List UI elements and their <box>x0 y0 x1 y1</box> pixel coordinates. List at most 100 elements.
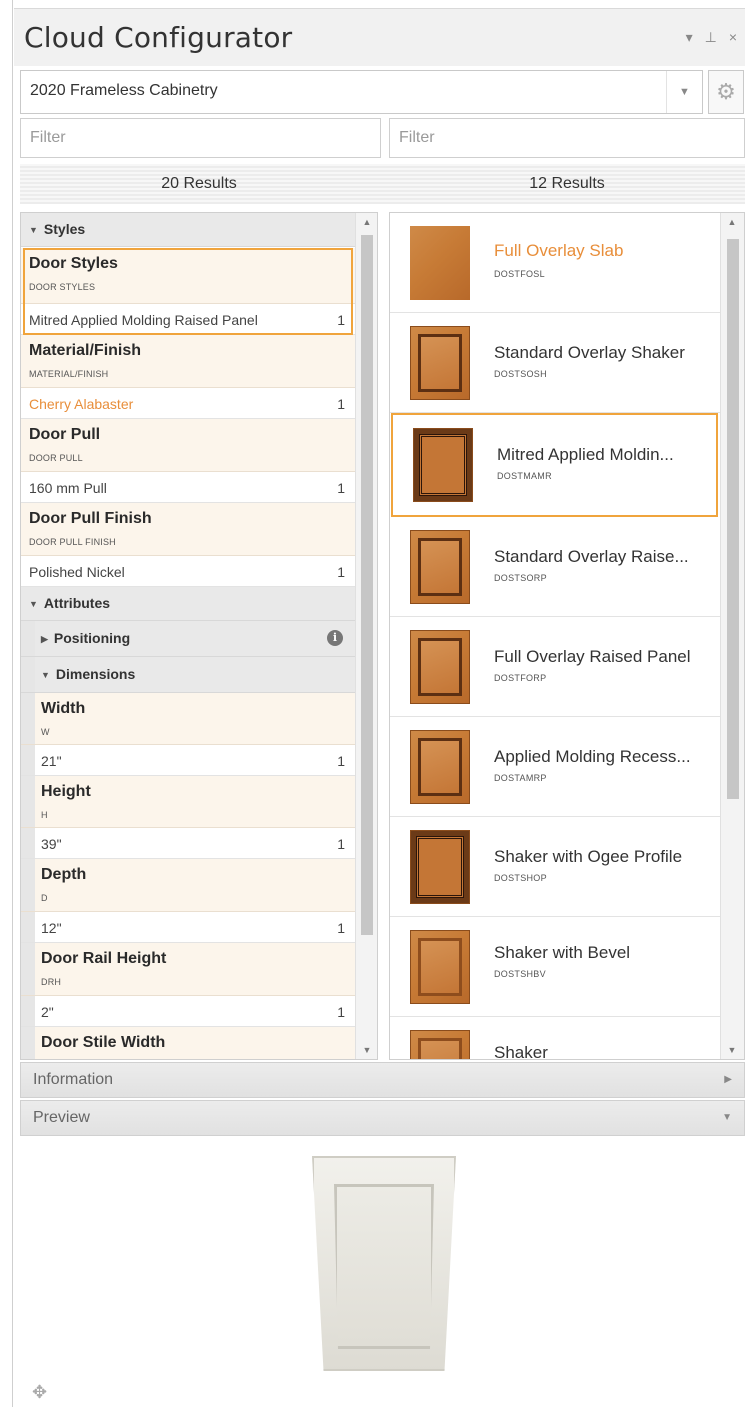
window-title: Cloud Configurator <box>24 21 293 54</box>
scroll-down-icon[interactable]: ▼ <box>356 1045 377 1055</box>
attribute-count: 1 <box>337 836 345 852</box>
window-controls: ▾ ⊥ × <box>686 29 737 46</box>
information-section-header[interactable]: Information ▶ <box>20 1062 745 1098</box>
attribute-value-row[interactable]: Polished Nickel 1 <box>21 556 355 587</box>
item-code: DOSTSHBV <box>494 969 546 979</box>
pin-icon[interactable]: ⊥ <box>705 29 717 46</box>
collapsed-triangle-icon: ▶ <box>41 634 48 644</box>
item-name: Full Overlay Slab <box>494 241 624 260</box>
attribute-value: 12" <box>41 920 62 936</box>
catalog-select[interactable]: 2020 Frameless Cabinetry ▼ <box>20 70 703 114</box>
scroll-up-icon[interactable]: ▲ <box>721 217 743 227</box>
attribute-code: DRH <box>41 977 62 987</box>
attribute-door-pull-finish[interactable]: Door Pull Finish DOOR PULL FINISH <box>21 503 355 556</box>
attribute-code: DOOR PULL FINISH <box>29 537 116 547</box>
dimensions-label: Dimensions <box>55 666 136 682</box>
attribute-count: 1 <box>337 1004 345 1020</box>
attribute-code: DOOR PULL <box>29 453 83 463</box>
attribute-name: Door Rail Height <box>41 950 167 967</box>
indent-guide <box>21 912 35 942</box>
door-thumbnail <box>410 630 470 704</box>
settings-button[interactable]: ⚙ <box>708 70 744 114</box>
scroll-down-icon[interactable]: ▼ <box>721 1045 743 1055</box>
dropdown-menu-icon[interactable]: ▾ <box>686 29 693 46</box>
catalog-selected-label: 2020 Frameless Cabinetry <box>30 82 218 99</box>
left-scrollbar[interactable]: ▲ ▼ <box>355 213 377 1059</box>
attribute-name: Width <box>41 700 86 717</box>
item-name: Standard Overlay Shaker <box>494 343 685 362</box>
indent-guide <box>21 943 35 995</box>
attribute-width[interactable]: Width W <box>21 693 355 745</box>
attribute-material-finish[interactable]: Material/Finish MATERIAL/FINISH <box>21 335 355 388</box>
attribute-depth[interactable]: Depth D <box>21 859 355 912</box>
door-preview-render <box>312 1156 456 1371</box>
window-edge <box>0 0 13 1407</box>
attribute-code: DOOR STYLES <box>29 282 96 292</box>
positioning-header[interactable]: ▶ Positioning i <box>21 621 355 657</box>
right-scrollbar[interactable]: ▲ ▼ <box>720 213 744 1059</box>
list-item[interactable]: Full Overlay Slab DOSTFOSL <box>390 213 720 313</box>
list-item[interactable]: Standard Overlay Raise... DOSTSORP <box>390 517 720 617</box>
door-thumbnail <box>410 930 470 1004</box>
attribute-value: 21" <box>41 753 62 769</box>
attribute-value-row[interactable]: 2" 1 <box>21 996 355 1027</box>
styles-group-header[interactable]: ▼ Styles <box>21 213 355 247</box>
attribute-value-row[interactable]: Cherry Alabaster 1 <box>21 388 355 419</box>
item-code: DOSTMAMR <box>497 471 552 481</box>
scroll-up-icon[interactable]: ▲ <box>356 217 377 227</box>
list-item[interactable]: Applied Molding Recess... DOSTAMRP <box>390 717 720 817</box>
preview-section-header[interactable]: Preview ▼ <box>20 1100 745 1136</box>
right-filter-input[interactable]: Filter <box>389 118 745 158</box>
door-thumbnail <box>410 326 470 400</box>
scroll-thumb[interactable] <box>361 235 373 935</box>
attributes-group-header[interactable]: ▼ Attributes <box>21 587 355 621</box>
left-results-count: 20 Results <box>161 175 237 192</box>
indent-guide <box>21 1027 35 1059</box>
left-filter-input[interactable]: Filter <box>20 118 381 158</box>
attribute-value-row[interactable]: 21" 1 <box>21 745 355 776</box>
attribute-door-styles[interactable]: Door Styles DOOR STYLES <box>21 248 355 304</box>
attribute-value-row[interactable]: Mitred Applied Molding Raised Panel 1 <box>21 304 355 335</box>
expanded-triangle-icon: ▼ <box>29 599 38 609</box>
list-item[interactable]: Shaker with Bevel DOSTSHBV <box>390 917 720 1017</box>
door-thumbnail <box>410 226 470 300</box>
expanded-triangle-icon: ▼ <box>41 670 50 680</box>
chevron-down-icon[interactable]: ▼ <box>666 71 702 113</box>
list-item[interactable]: Shaker with Ogee Profile DOSTSHOP <box>390 817 720 917</box>
cloud-configurator-window: Cloud Configurator ▾ ⊥ × 2020 Frameless … <box>0 0 745 1407</box>
preview-label: Preview <box>33 1109 90 1126</box>
item-name: Shaker with Bevel <box>494 943 631 962</box>
attribute-code: H <box>41 810 48 820</box>
indent-guide <box>21 745 35 775</box>
attribute-height[interactable]: Height H <box>21 776 355 828</box>
list-item[interactable]: Standard Overlay Shaker DOSTSOSH <box>390 313 720 413</box>
item-code: DOSTSHOP <box>494 873 547 883</box>
attribute-value: 2" <box>41 1004 54 1020</box>
attribute-door-pull[interactable]: Door Pull DOOR PULL <box>21 419 355 472</box>
chevron-right-icon: ▶ <box>724 1074 732 1085</box>
preview-viewport[interactable]: ✥ <box>20 1136 745 1407</box>
title-bar: Cloud Configurator ▾ ⊥ × <box>14 8 745 66</box>
door-styles-list: Full Overlay Slab DOSTFOSL Standard Over… <box>389 212 745 1060</box>
attribute-door-stile-width[interactable]: Door Stile Width <box>21 1027 355 1059</box>
door-thumbnail <box>410 1030 470 1059</box>
attribute-count: 1 <box>337 920 345 936</box>
item-name: Shaker with Ogee Profile <box>494 847 683 866</box>
attribute-door-rail-height[interactable]: Door Rail Height DRH <box>21 943 355 996</box>
attribute-value-row[interactable]: 12" 1 <box>21 912 355 943</box>
attribute-value-row[interactable]: 160 mm Pull 1 <box>21 472 355 503</box>
attribute-value-row[interactable]: 39" 1 <box>21 828 355 859</box>
scroll-thumb[interactable] <box>727 239 739 799</box>
door-thumbnail <box>410 730 470 804</box>
list-item[interactable]: Shaker <box>390 1017 720 1059</box>
indent-guide <box>21 621 35 656</box>
move-icon[interactable]: ✥ <box>32 1382 47 1403</box>
close-icon[interactable]: × <box>729 29 737 46</box>
attribute-code: W <box>41 727 50 737</box>
indent-guide <box>21 657 35 692</box>
dimensions-header[interactable]: ▼ Dimensions <box>21 657 355 693</box>
list-item-selected[interactable]: Mitred Applied Moldin... DOSTMAMR <box>391 413 718 517</box>
info-icon[interactable]: i <box>327 630 343 646</box>
list-item[interactable]: Full Overlay Raised Panel DOSTFORP <box>390 617 720 717</box>
attribute-count: 1 <box>337 396 345 412</box>
